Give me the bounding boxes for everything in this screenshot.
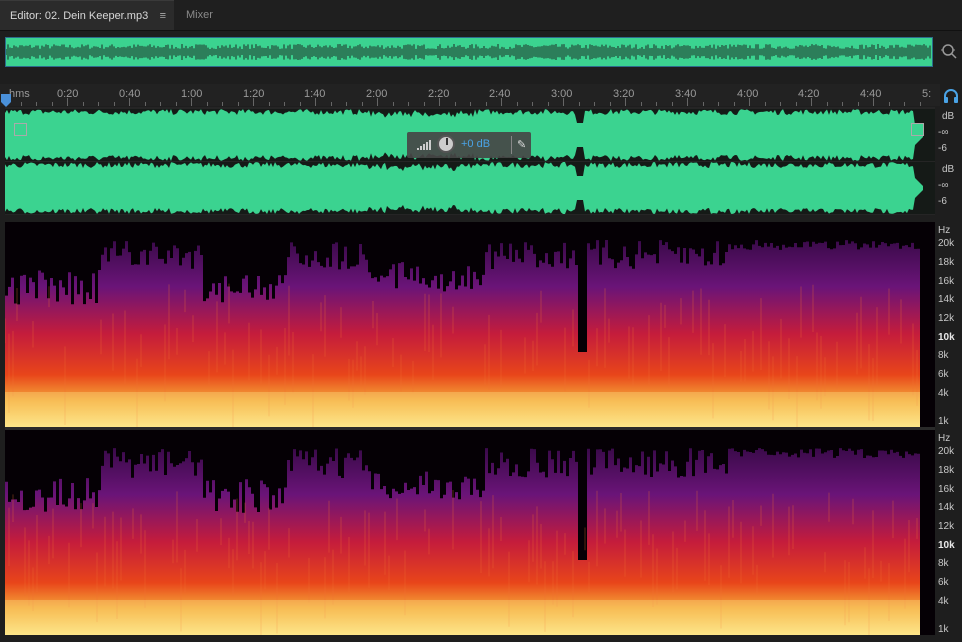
freq-unit-label: Hz bbox=[938, 225, 951, 236]
freq-scale-label: 18k bbox=[938, 257, 955, 268]
waveform-graphic bbox=[5, 162, 935, 214]
freq-scale-label: 16k bbox=[938, 276, 955, 287]
volume-value[interactable]: +0 dB bbox=[461, 138, 490, 150]
freq-scale-label: 20k bbox=[938, 446, 955, 457]
playhead-marker-icon[interactable] bbox=[0, 94, 12, 108]
freq-scale-label: 8k bbox=[938, 558, 949, 569]
amp-scale-label: -6 bbox=[938, 143, 947, 154]
freq-scale-label: 10k bbox=[938, 540, 955, 551]
freq-scale-label: 12k bbox=[938, 521, 955, 532]
freq-scale-label: 1k bbox=[938, 624, 949, 635]
amp-unit-label: dB bbox=[942, 164, 955, 175]
amp-scale-label: -6 bbox=[938, 196, 947, 207]
ruler-label: 5: bbox=[922, 88, 932, 100]
amp-unit-label: dB bbox=[942, 111, 955, 122]
panel-menu-icon[interactable]: ≡ bbox=[160, 1, 166, 32]
tab-bar: Editor: 02. Dein Keeper.mp3 ≡ Mixer bbox=[0, 0, 962, 31]
amp-scale-label: -∞ bbox=[938, 180, 949, 191]
freq-scale-label: 18k bbox=[938, 465, 955, 476]
overview-waveform[interactable] bbox=[5, 37, 933, 67]
tab-editor-label: Editor: 02. Dein Keeper.mp3 bbox=[10, 10, 149, 22]
ruler-label: 4:20 bbox=[798, 88, 820, 100]
freq-scale-label: 12k bbox=[938, 313, 955, 324]
ruler-label: 4:00 bbox=[737, 88, 759, 100]
waveform-editor[interactable] bbox=[5, 107, 935, 215]
freq-scale-label: 1k bbox=[938, 416, 949, 427]
amp-scale-label: -∞ bbox=[938, 127, 949, 138]
spectral-display-left[interactable] bbox=[5, 222, 935, 427]
freq-scale-label: 8k bbox=[938, 350, 949, 361]
freq-unit-label: Hz bbox=[938, 433, 951, 444]
fade-out-handle[interactable] bbox=[911, 123, 924, 136]
volume-knob[interactable] bbox=[437, 135, 455, 153]
waveform-channel-right[interactable] bbox=[5, 162, 935, 214]
ruler-label: 3:00 bbox=[551, 88, 573, 100]
hud-divider bbox=[511, 136, 512, 154]
spectrogram-graphic bbox=[5, 430, 935, 635]
ruler-label: 4:40 bbox=[860, 88, 882, 100]
freq-scale-label: 4k bbox=[938, 388, 949, 399]
tab-mixer[interactable]: Mixer bbox=[176, 0, 246, 30]
ruler-label: 3:40 bbox=[675, 88, 697, 100]
fade-in-handle[interactable] bbox=[14, 123, 27, 136]
ruler-label: 3:20 bbox=[613, 88, 635, 100]
timeline-ruler[interactable]: hms 0:20 0:40 1:00 1:20 1:40 2:00 2:20 2… bbox=[0, 84, 940, 106]
headphone-icon[interactable] bbox=[942, 87, 960, 105]
freq-scale-label: 14k bbox=[938, 294, 955, 305]
spectrogram-graphic bbox=[5, 222, 935, 427]
freq-scale-label: 20k bbox=[938, 238, 955, 249]
ruler-unit-label: hms bbox=[9, 88, 30, 100]
freq-scale-label: 6k bbox=[938, 369, 949, 380]
pin-icon[interactable]: ✎ bbox=[517, 138, 526, 151]
freq-scale-label: 16k bbox=[938, 484, 955, 495]
level-bars-icon bbox=[417, 140, 431, 150]
tab-editor[interactable]: Editor: 02. Dein Keeper.mp3 ≡ bbox=[0, 0, 174, 30]
volume-hud[interactable]: +0 dB ✎ bbox=[407, 132, 531, 158]
overview-waveform-graphic bbox=[6, 44, 931, 60]
freq-scale-label: 6k bbox=[938, 577, 949, 588]
spectral-display-right[interactable] bbox=[5, 430, 935, 635]
freq-scale-label: 4k bbox=[938, 596, 949, 607]
ruler-label: 2:40 bbox=[489, 88, 511, 100]
zoom-navigator-icon[interactable] bbox=[940, 42, 958, 60]
freq-scale-label: 10k bbox=[938, 332, 955, 343]
freq-scale-label: 14k bbox=[938, 502, 955, 513]
